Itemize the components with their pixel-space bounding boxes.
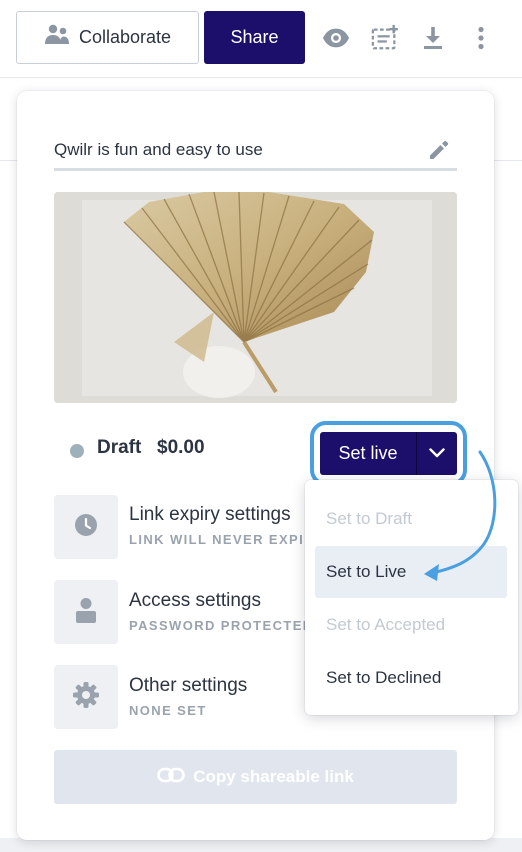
cover-image bbox=[54, 192, 457, 403]
share-button[interactable]: Share bbox=[204, 11, 305, 64]
top-toolbar: Collaborate Share bbox=[0, 0, 522, 78]
status-price: $0.00 bbox=[157, 437, 205, 458]
menu-item-label: Set to Draft bbox=[326, 509, 412, 528]
menu-item-set-to-accepted[interactable]: Set to Accepted bbox=[315, 599, 507, 651]
link-icon bbox=[157, 767, 185, 788]
clock-icon bbox=[74, 513, 98, 542]
access-settings-subtitle: PASSWORD PROTECTED bbox=[129, 618, 314, 633]
collaborate-button[interactable]: Collaborate bbox=[16, 11, 199, 64]
set-live-button[interactable]: Set live bbox=[320, 432, 416, 475]
eye-icon[interactable] bbox=[322, 24, 350, 52]
checklist-icon[interactable] bbox=[371, 24, 399, 52]
other-settings-title[interactable]: Other settings bbox=[129, 675, 247, 697]
status-dropdown-menu: Set to Draft Set to Live Set to Accepted… bbox=[305, 480, 518, 715]
other-settings-subtitle: NONE SET bbox=[129, 703, 207, 718]
set-live-split-button: Set live bbox=[320, 432, 457, 475]
pencil-icon[interactable] bbox=[427, 138, 451, 167]
status-label: Draft bbox=[97, 437, 142, 458]
collaborate-label: Collaborate bbox=[78, 27, 172, 47]
menu-item-label: Set to Accepted bbox=[326, 615, 446, 634]
menu-item-label: Set to Declined bbox=[326, 668, 442, 687]
page-title-field[interactable]: Qwilr is fun and easy to use bbox=[54, 134, 457, 171]
link-expiry-title[interactable]: Link expiry settings bbox=[129, 504, 291, 526]
copy-link-label: Copy shareable link bbox=[193, 767, 354, 786]
people-icon bbox=[44, 24, 70, 51]
status-dropdown-toggle[interactable] bbox=[416, 432, 457, 475]
person-icon bbox=[75, 597, 97, 628]
other-settings-icon-tile[interactable] bbox=[54, 665, 118, 729]
gear-icon bbox=[72, 681, 100, 714]
page-title[interactable]: Qwilr is fun and easy to use bbox=[54, 140, 263, 160]
status-dot bbox=[70, 444, 84, 458]
set-live-label: Set live bbox=[338, 443, 398, 463]
menu-item-set-to-declined[interactable]: Set to Declined bbox=[315, 652, 507, 704]
menu-item-set-to-live[interactable]: Set to Live bbox=[315, 546, 507, 598]
access-settings-title[interactable]: Access settings bbox=[129, 590, 261, 612]
access-settings-icon-tile[interactable] bbox=[54, 580, 118, 644]
share-label: Share bbox=[230, 27, 279, 47]
share-popover: Qwilr is fun and easy to use Draft $0.00… bbox=[17, 91, 494, 840]
menu-item-label: Set to Live bbox=[326, 562, 407, 581]
link-expiry-subtitle: LINK WILL NEVER EXPIRE bbox=[129, 532, 325, 547]
more-vertical-icon[interactable] bbox=[467, 24, 495, 52]
chevron-down-icon bbox=[429, 445, 445, 463]
menu-item-set-to-draft[interactable]: Set to Draft bbox=[315, 493, 507, 545]
page-background-strip bbox=[0, 838, 522, 852]
download-icon[interactable] bbox=[419, 24, 447, 52]
copy-link-button[interactable]: Copy shareable link bbox=[54, 750, 457, 804]
link-expiry-icon-tile[interactable] bbox=[54, 495, 118, 559]
